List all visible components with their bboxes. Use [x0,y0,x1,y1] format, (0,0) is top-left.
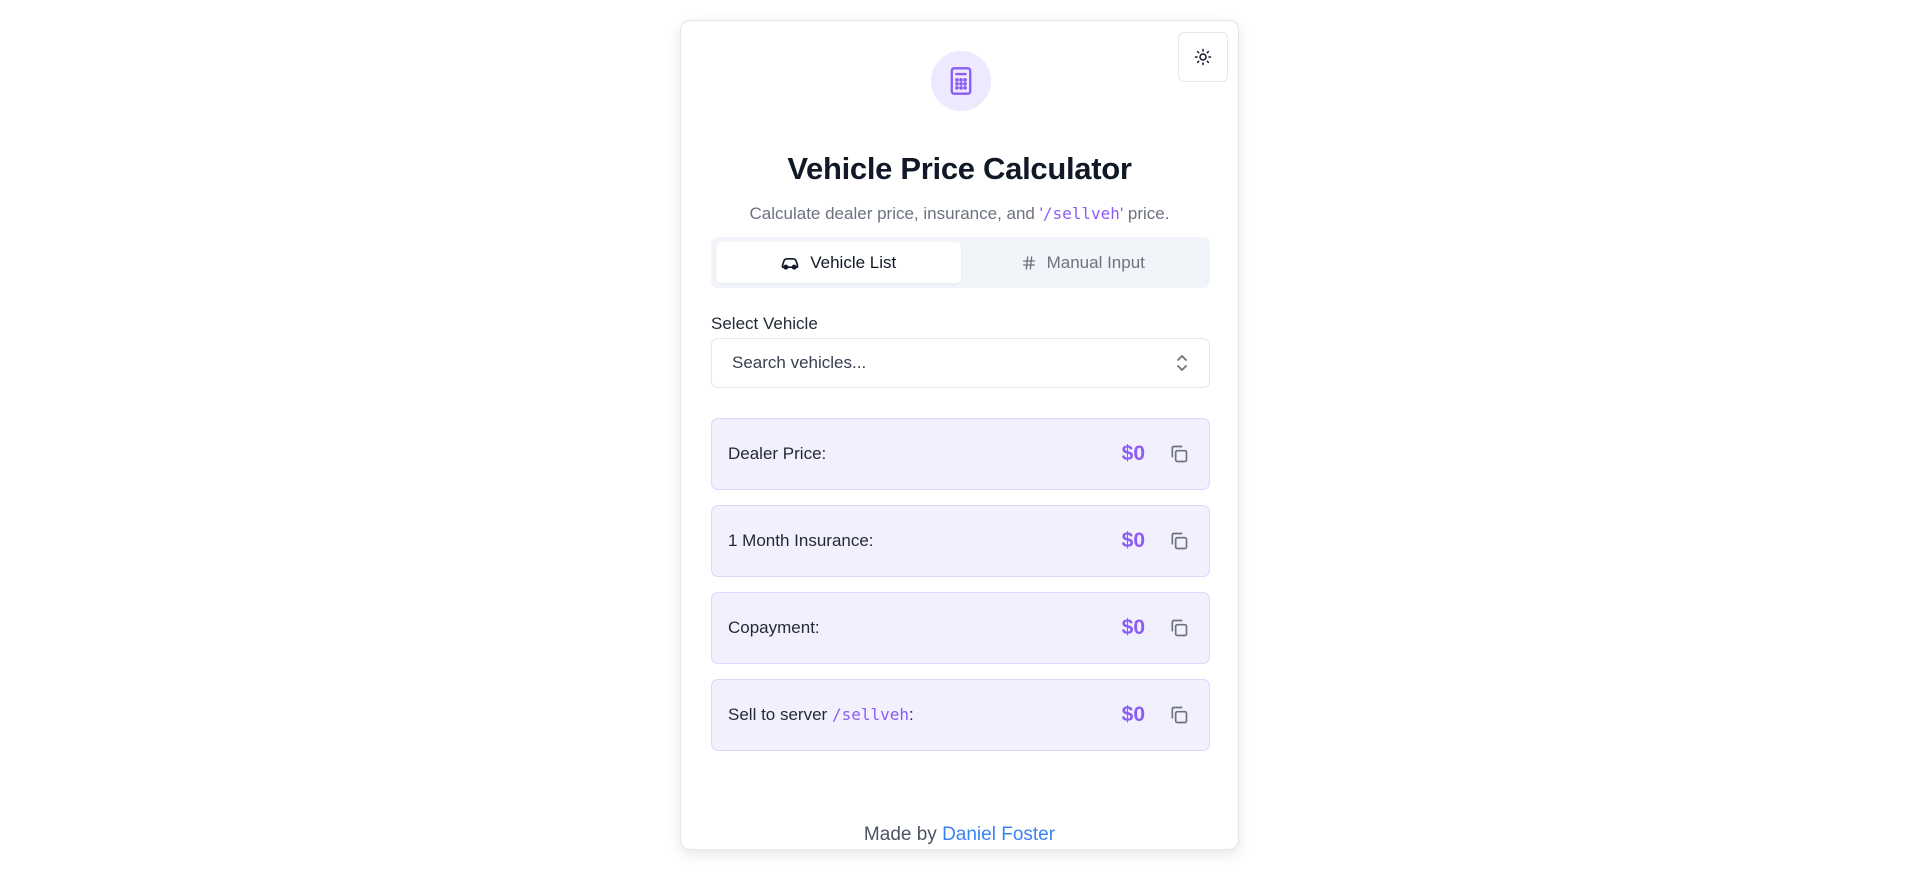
subtitle-command: /sellveh [1042,204,1120,223]
tab-manual-input[interactable]: Manual Input [961,242,1206,283]
chevrons-up-down-icon [1177,355,1187,371]
author-link[interactable]: Daniel Foster [942,824,1055,845]
copy-icon [1171,532,1188,550]
sell-command: /sellveh [831,705,909,724]
result-sell-to-server: Sell to server /sellveh: $0 [711,679,1210,751]
vehicle-search-combobox[interactable]: Search vehicles... [711,338,1210,388]
footer-prefix: Made by [863,824,943,845]
result-amount: $0 [1121,529,1145,552]
result-copayment: Copayment: $0 [711,592,1210,664]
copy-icon [1171,619,1188,637]
result-label: 1 Month Insurance: [728,531,874,550]
theme-toggle-button[interactable] [1178,32,1228,82]
calculator-icon [950,67,972,95]
tab-vehicle-list-label: Vehicle List [810,252,897,272]
sell-label-suffix: : [909,705,914,724]
subtitle-suffix: price. [1123,204,1170,223]
result-insurance: 1 Month Insurance: $0 [711,505,1210,577]
result-label: Sell to server /sellveh: [728,705,1122,725]
result-amount: $0 [1121,703,1145,726]
tab-manual-input-label: Manual Input [1046,252,1145,272]
copy-copayment-button[interactable] [1165,614,1193,642]
result-label: Dealer Price: [728,444,827,463]
copy-dealer-price-button[interactable] [1165,440,1193,468]
result-amount: $0 [1121,616,1145,639]
page-subtitle: Calculate dealer price, insurance, and '… [681,204,1238,224]
page-title: Vehicle Price Calculator [787,151,1132,186]
result-dealer-price: Dealer Price: $0 [711,418,1210,490]
copy-sell-price-button[interactable] [1165,701,1193,729]
result-label: Copayment: [728,618,820,637]
copy-insurance-button[interactable] [1165,527,1193,555]
subtitle-prefix: Calculate dealer price, insurance, and [749,204,1040,223]
vehicle-search-placeholder: Search vehicles... [732,353,867,372]
calculator-card: Vehicle Price Calculator Calculate deale… [680,20,1239,850]
input-mode-tabs: Vehicle List Manual Input [711,237,1210,288]
car-icon [781,257,799,270]
hash-icon [1022,255,1035,270]
copy-icon [1171,445,1188,463]
copy-icon [1171,706,1188,724]
logo-badge [931,51,991,111]
tab-vehicle-list[interactable]: Vehicle List [716,242,961,283]
select-vehicle-label: Select Vehicle [711,314,818,333]
footer-credit: Made by Daniel Foster [681,824,1238,846]
sun-icon [1194,48,1212,66]
result-amount: $0 [1121,442,1145,465]
sell-label-prefix: Sell to server [728,705,832,724]
